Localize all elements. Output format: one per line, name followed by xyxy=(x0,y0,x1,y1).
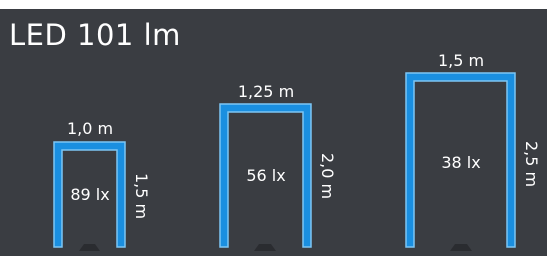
frame-1-height-label: 1,5 m xyxy=(132,172,151,220)
diagram-panel: LED 101 lm 1,0 m 89 lx 1,5 m 1,25 m 56 l… xyxy=(0,9,547,256)
frame-1-lux-label: 89 lx xyxy=(70,185,110,204)
frame-1-lamp xyxy=(79,244,100,251)
frame-2-lux-label: 56 lx xyxy=(246,166,286,185)
frame-2-height-label: 2,0 m xyxy=(318,152,337,200)
frame-3-lamp xyxy=(450,244,472,251)
frame-3-width-label: 1,5 m xyxy=(437,51,485,70)
frame-2-lamp xyxy=(254,244,276,251)
frame-3-height-label: 2,5 m xyxy=(522,140,541,188)
frame-3-lux-label: 38 lx xyxy=(441,153,481,172)
frame-2-width-label: 1,25 m xyxy=(237,82,295,101)
frame-1-width-label: 1,0 m xyxy=(66,119,114,138)
